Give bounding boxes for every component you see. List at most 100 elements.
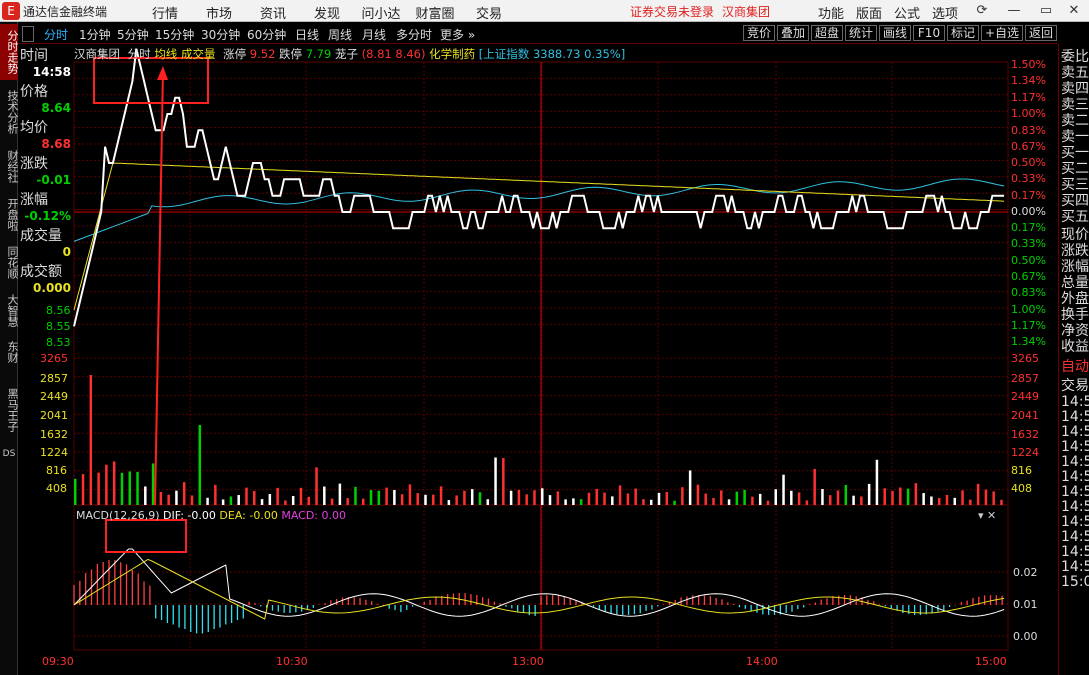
volume-bar xyxy=(385,487,388,505)
volume-bar xyxy=(976,483,980,505)
volume-bar xyxy=(649,499,653,505)
volume-bar xyxy=(525,494,528,505)
volume-bar xyxy=(354,486,357,505)
volume-bar xyxy=(634,488,637,505)
pct-tick-up-5: 0.83% xyxy=(1011,124,1046,137)
volume-bar xyxy=(237,495,240,505)
quote-panel-row[interactable]: 自动 xyxy=(1061,356,1089,376)
volume-bar xyxy=(136,471,139,505)
volume-bar xyxy=(400,494,404,505)
volume-bar xyxy=(657,492,661,505)
volume-bar xyxy=(486,499,490,505)
volume-bar xyxy=(961,490,964,505)
volume-bar xyxy=(735,491,739,505)
volume-bar xyxy=(128,471,131,505)
macd-dea: DEA: -0.00 xyxy=(219,509,278,522)
volume-bar xyxy=(541,488,544,505)
volume-bar xyxy=(883,488,886,505)
quote-panel-row: 14:5 xyxy=(1061,544,1089,560)
volume-bar xyxy=(564,499,567,505)
volume-bar xyxy=(447,500,451,505)
volume-bar xyxy=(214,484,217,505)
volume-bar xyxy=(860,496,863,505)
volume-bar xyxy=(626,493,630,505)
volume-bar xyxy=(852,495,855,505)
legend-index-name[interactable]: 上证指数 xyxy=(483,47,529,61)
volume-bar xyxy=(751,496,754,505)
legend-vol: 成交量 xyxy=(180,47,216,61)
volume-bar xyxy=(572,498,575,505)
legend-period: 分时 xyxy=(127,47,151,61)
price-value: 8.64 xyxy=(41,101,71,115)
volume-bar xyxy=(432,494,435,505)
pct-label: 涨幅 xyxy=(20,192,48,208)
price-label: 价格 xyxy=(20,84,48,100)
price-tick-2: 8.55 xyxy=(46,320,71,333)
volume-bar xyxy=(167,494,170,505)
pct-tick-dn-6: 1.00% xyxy=(1011,303,1046,316)
pct-tick-up-1: 1.50% xyxy=(1011,58,1046,71)
volume-bar xyxy=(704,493,707,505)
volume-bar xyxy=(463,490,466,505)
quote-panel-row: 14:5 xyxy=(1061,409,1089,425)
vol-tick-l-2: 2857 xyxy=(40,372,68,385)
legend-index-val: 3388.73 xyxy=(532,47,581,61)
pct-tick-dn-7: 1.17% xyxy=(1011,319,1046,332)
volume-bar xyxy=(494,457,497,505)
annotation-box xyxy=(93,57,209,104)
quote-panel-row: 14:5 xyxy=(1061,394,1089,410)
annotation-arrow xyxy=(154,69,164,506)
volume-bar xyxy=(720,490,723,505)
volume-bar xyxy=(611,496,614,505)
volume-bar xyxy=(377,490,381,505)
volume-bar xyxy=(992,491,995,505)
pct-tick-up-3: 1.17% xyxy=(1011,91,1046,104)
volume-bar xyxy=(844,484,848,505)
pct-tick-up-6: 0.67% xyxy=(1011,140,1046,153)
legend-index-pct: 0.35% xyxy=(584,47,621,61)
close-icon[interactable]: ✕ xyxy=(1064,2,1084,20)
chart-canvas[interactable] xyxy=(0,0,1058,675)
volume-bar xyxy=(190,495,194,505)
pct-tick-zero: 0.00% xyxy=(1011,205,1046,218)
quote-panel-row: 14:5 xyxy=(1061,499,1089,515)
volume-bar xyxy=(556,491,560,505)
quote-panel-row: 14:5 xyxy=(1061,424,1089,440)
macd-legend: MACD(12,26,9) DIF: -0.00 DEA: -0.00 MACD… xyxy=(76,509,346,522)
time-label: 时间 xyxy=(20,48,48,64)
time-tick-1400: 14:00 xyxy=(746,655,778,668)
pct-tick-up-8: 0.33% xyxy=(1011,172,1046,185)
volume-bar xyxy=(284,500,287,505)
macd-tick-1: 0.02 xyxy=(1013,566,1038,579)
volume-bar xyxy=(681,487,684,505)
macd-title: MACD(12,26,9) xyxy=(76,509,160,522)
volume-bar xyxy=(151,463,155,505)
vol-tick-r-2: 2857 xyxy=(1011,372,1039,385)
volume-bar xyxy=(260,499,264,505)
pct-tick-up-2: 1.34% xyxy=(1011,74,1046,87)
macd-dropdown-icon[interactable]: ▾ ✕ xyxy=(978,509,996,522)
volume-bar xyxy=(712,497,715,505)
annotation-box xyxy=(105,519,187,553)
volume-bar xyxy=(245,487,248,505)
volume-bar xyxy=(899,487,902,505)
volume-bar xyxy=(665,492,669,505)
volume-bar xyxy=(159,491,163,505)
quote-panel-row: 15:0 xyxy=(1061,574,1089,590)
volume-bar xyxy=(758,493,762,505)
legend-zt: 9.52 xyxy=(249,47,276,61)
volume-bar xyxy=(984,489,988,505)
volume-bar xyxy=(797,492,801,505)
volume-bar xyxy=(393,490,396,505)
volume-bar xyxy=(937,497,941,505)
pct-tick-dn-4: 0.67% xyxy=(1011,270,1046,283)
quote-panel-row: 14:5 xyxy=(1061,454,1089,470)
volume-bar xyxy=(424,494,427,505)
volume-bar xyxy=(953,497,957,505)
volume-bar xyxy=(836,490,840,505)
vol-value: 0 xyxy=(62,245,71,259)
amt-value: 0.000 xyxy=(33,281,71,295)
volume-bar xyxy=(945,494,949,505)
legend-sector[interactable]: 化学制药 xyxy=(429,47,475,61)
volume-bar xyxy=(416,493,419,505)
